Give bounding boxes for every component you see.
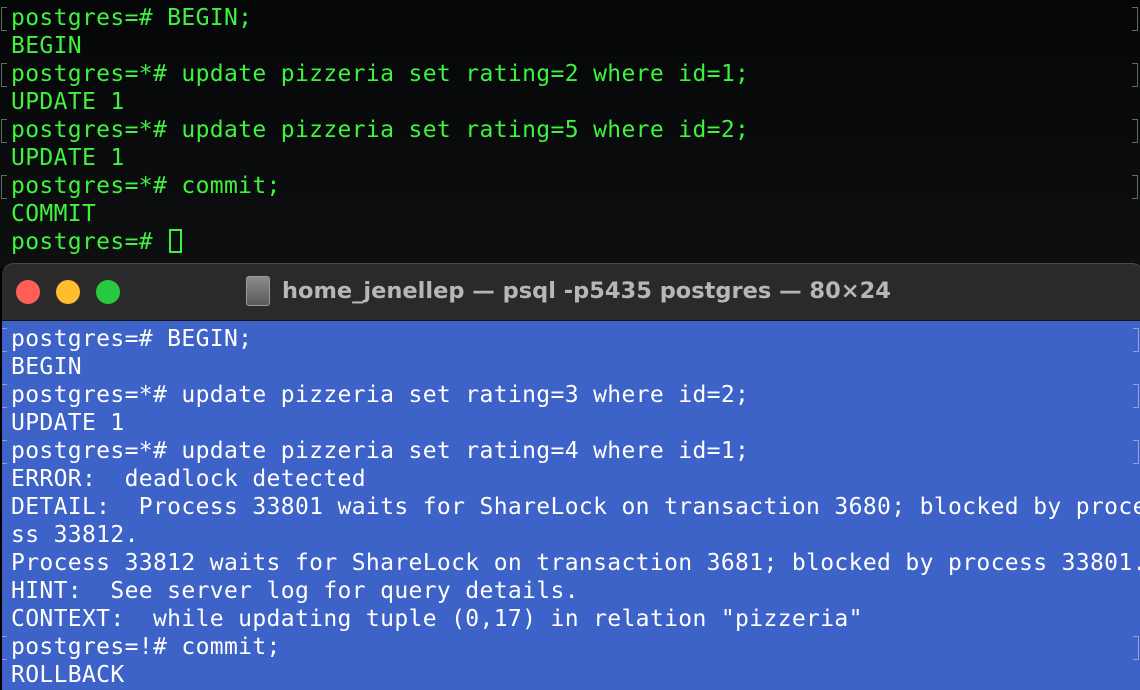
line-text: UPDATE 1: [11, 145, 125, 171]
line-text: postgres=!# commit;: [11, 634, 281, 660]
desktop-screen: postgres=# BEGIN; BEGIN postgres=*# update…: [0, 0, 1140, 690]
output-line: Process 33812 waits for ShareLock on tra…: [11, 549, 1140, 577]
output-line: ss 33812.: [11, 521, 1140, 549]
line-mark-right: [1133, 328, 1139, 352]
prompt-line: postgres=# BEGIN;: [1, 4, 1138, 32]
output-line: ROLLBACK: [11, 661, 1140, 689]
line-mark-right: [1132, 175, 1138, 199]
window-title: home_jenellep — psql -p5435 postgres — 8…: [282, 278, 891, 304]
line-mark-left: [2, 636, 7, 660]
terminal-doc-icon: [246, 276, 270, 306]
front-terminal-window[interactable]: home_jenellep — psql -p5435 postgres — 8…: [2, 264, 1140, 690]
line-mark-left: [1, 119, 7, 143]
line-mark-right: [1133, 440, 1139, 464]
line-text: postgres=*# commit;: [11, 173, 281, 199]
line-mark-right: [1132, 7, 1138, 31]
line-mark-right: [1133, 384, 1139, 408]
line-text: UPDATE 1: [11, 89, 125, 115]
output-line: HINT: See server log for query details.: [11, 577, 1140, 605]
line-text: Process 33812 waits for ShareLock on tra…: [11, 550, 1140, 576]
line-text: COMMIT: [11, 201, 97, 227]
output-line: BEGIN: [11, 353, 1140, 381]
line-text: postgres=*# update pizzeria set rating=2…: [11, 61, 750, 87]
line-mark-right: [1132, 119, 1138, 143]
line-text: ERROR: deadlock detected: [11, 466, 366, 492]
line-mark-left: [2, 384, 7, 408]
line-mark-left: [1, 63, 7, 87]
prompt-line: postgres=*# update pizzeria set rating=3…: [2, 381, 1140, 409]
prompt-line: postgres=*# update pizzeria set rating=2…: [1, 60, 1138, 88]
line-mark-left: [2, 440, 7, 464]
line-text: ss 33812.: [11, 522, 139, 548]
prompt-line: postgres=*# update pizzeria set rating=4…: [2, 437, 1140, 465]
output-line: CONTEXT: while updating tuple (0,17) in …: [11, 605, 1140, 633]
line-text: postgres=# BEGIN;: [11, 5, 253, 31]
output-line: postgres=#: [11, 228, 749, 256]
line-text: CONTEXT: while updating tuple (0,17) in …: [11, 606, 863, 632]
prompt-line: postgres=!# commit;: [2, 633, 1140, 661]
output-line: UPDATE 1: [11, 88, 749, 116]
window-title-group: home_jenellep — psql -p5435 postgres — 8…: [246, 276, 891, 306]
prompt-line: postgres=*# commit;: [1, 172, 1138, 200]
front-terminal-output[interactable]: postgres=# BEGIN; BEGIN postgres=*# update…: [2, 325, 1140, 689]
background-terminal-output[interactable]: postgres=# BEGIN; BEGIN postgres=*# update…: [1, 4, 1138, 256]
line-mark-right: [1133, 636, 1139, 660]
line-text: postgres=#: [11, 229, 168, 255]
line-text: postgres=*# update pizzeria set rating=5…: [11, 117, 750, 143]
output-line: UPDATE 1: [11, 144, 749, 172]
background-terminal-window[interactable]: postgres=# BEGIN; BEGIN postgres=*# update…: [0, 0, 1140, 268]
line-text: BEGIN: [11, 33, 82, 59]
output-line: DETAIL: Process 33801 waits for ShareLoc…: [11, 493, 1140, 521]
line-mark-left: [2, 328, 7, 352]
line-text: UPDATE 1: [11, 410, 125, 436]
output-line: COMMIT: [11, 200, 749, 228]
output-line: UPDATE 1: [11, 409, 1140, 437]
line-mark-right: [1132, 63, 1138, 87]
close-button[interactable]: [16, 280, 40, 304]
minimize-button[interactable]: [56, 280, 80, 304]
line-text: postgres=*# update pizzeria set rating=3…: [11, 382, 750, 408]
output-line: ERROR: deadlock detected: [11, 465, 1140, 493]
line-mark-left: [1, 175, 7, 199]
window-titlebar[interactable]: home_jenellep — psql -p5435 postgres — 8…: [2, 264, 1140, 321]
prompt-line: postgres=# BEGIN;: [2, 325, 1140, 353]
line-text: HINT: See server log for query details.: [11, 578, 579, 604]
zoom-button[interactable]: [96, 280, 120, 304]
output-line: BEGIN: [11, 32, 749, 60]
line-text: DETAIL: Process 33801 waits for ShareLoc…: [11, 494, 1140, 520]
line-text: postgres=*# update pizzeria set rating=4…: [11, 438, 750, 464]
line-text: postgres=# BEGIN;: [11, 326, 253, 352]
prompt-line: postgres=*# update pizzeria set rating=5…: [1, 116, 1138, 144]
line-text: BEGIN: [11, 354, 82, 380]
text-cursor: [169, 229, 183, 253]
line-text: ROLLBACK: [11, 662, 125, 688]
line-mark-left: [1, 7, 7, 31]
